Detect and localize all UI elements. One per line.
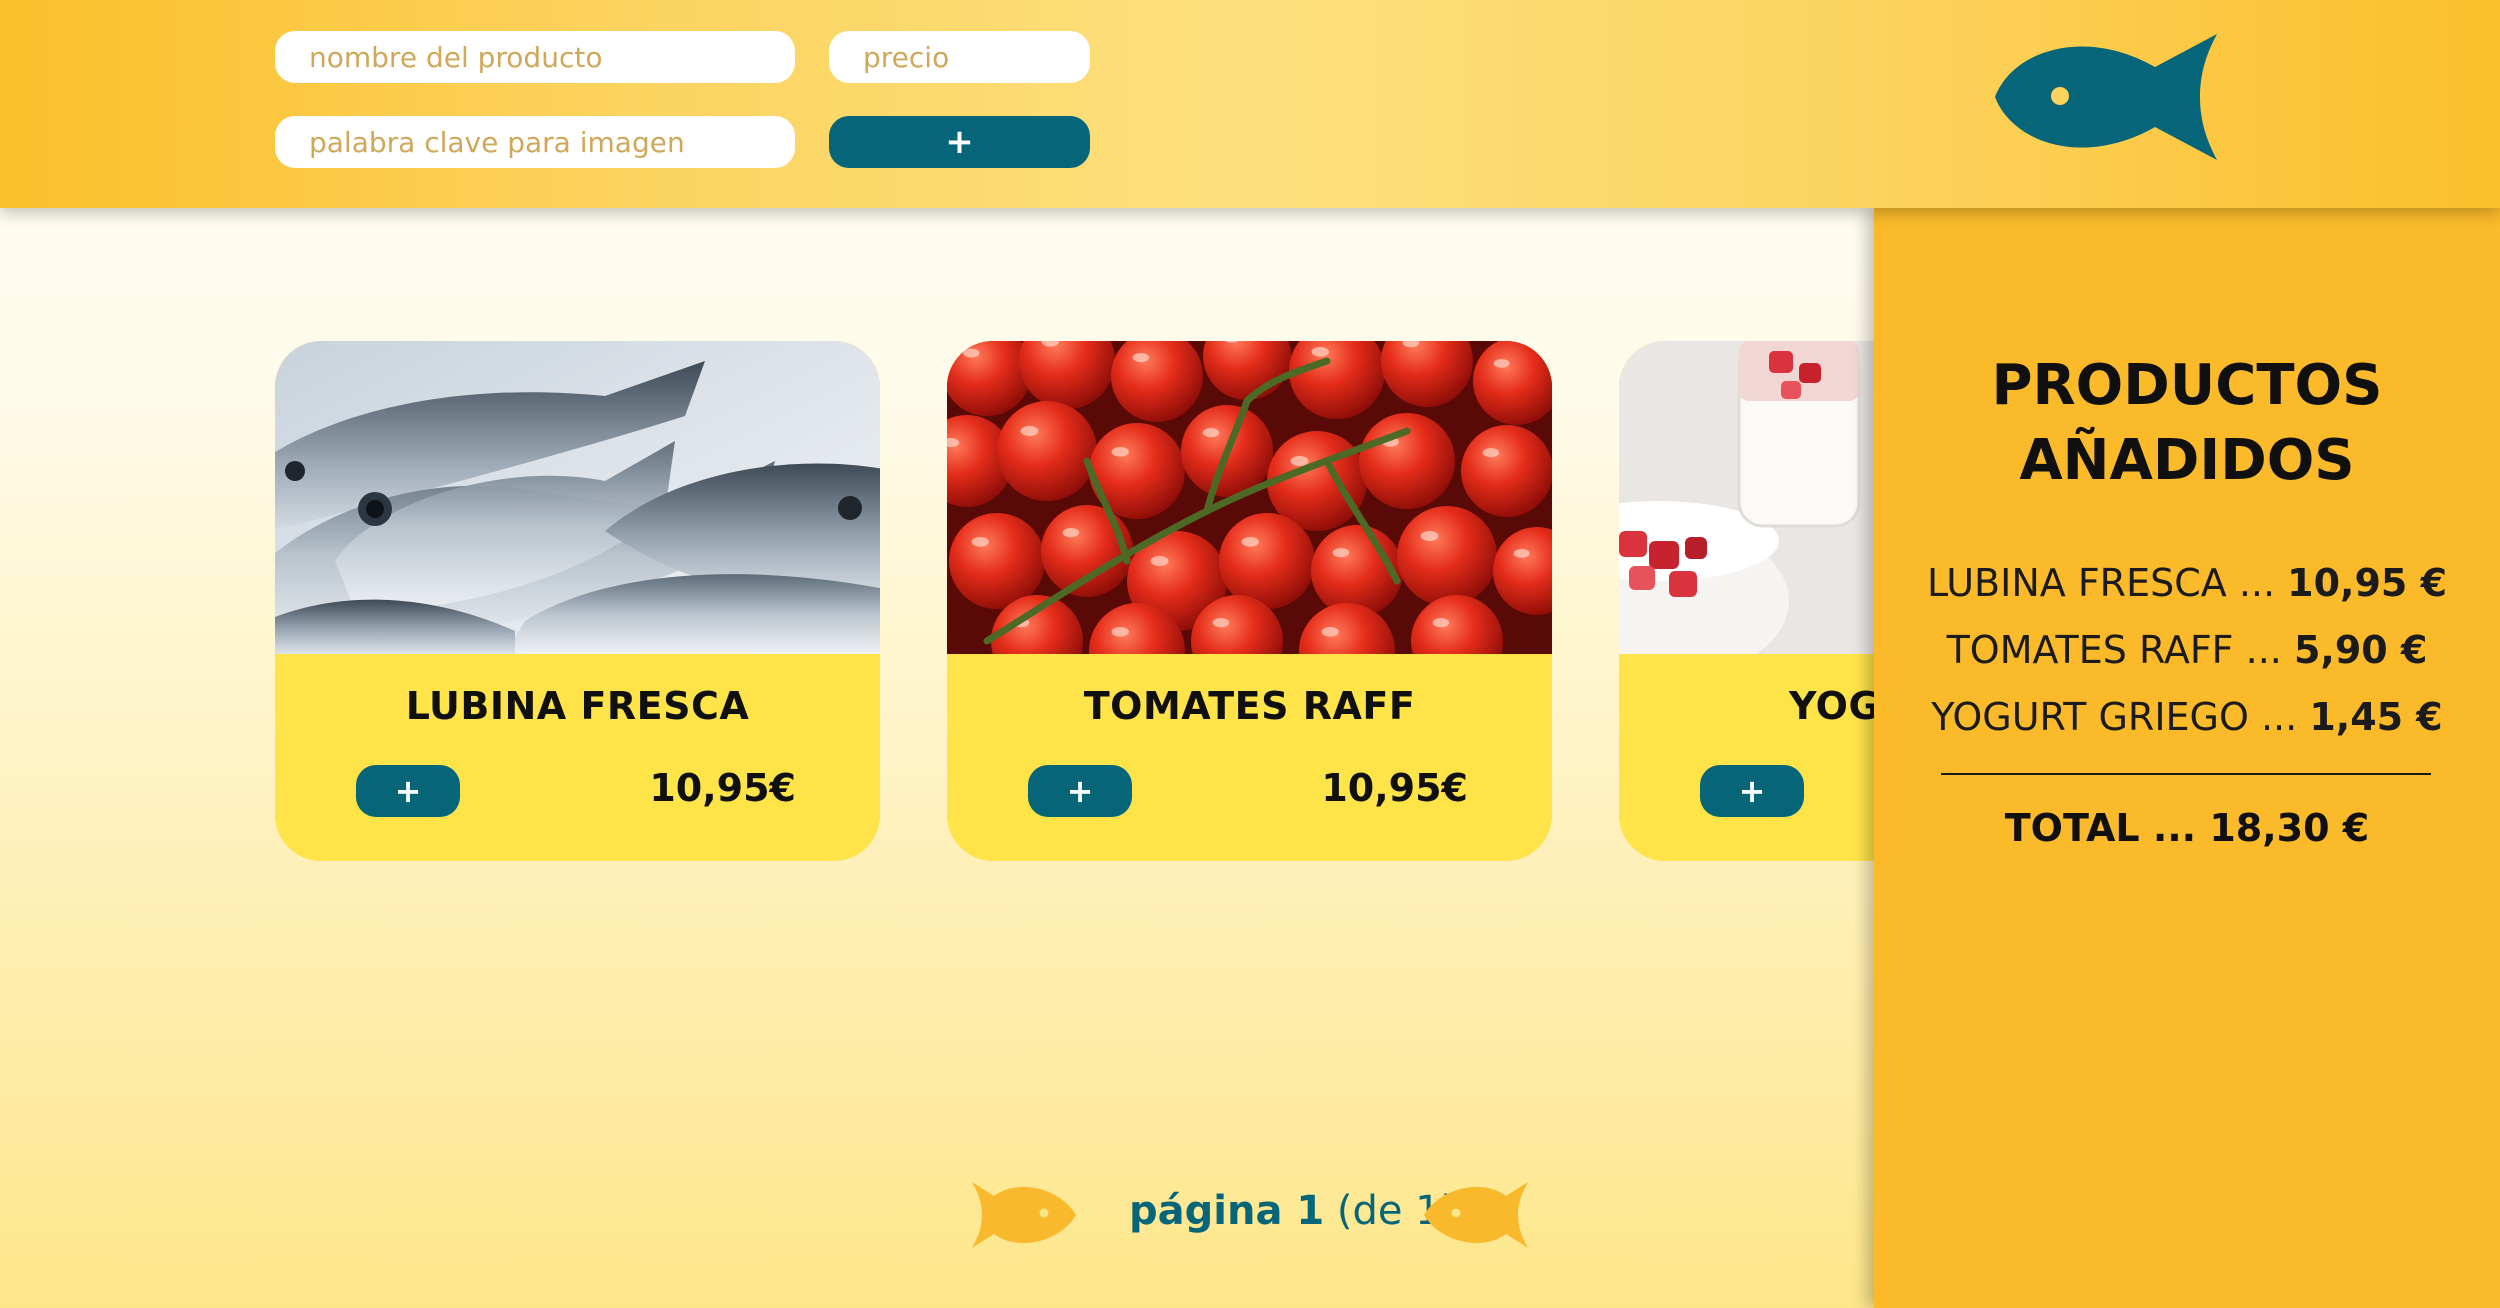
product-title: TOMATES RAFF bbox=[1083, 684, 1416, 728]
tomatoes-photo bbox=[947, 341, 1552, 654]
fish-prev-icon[interactable] bbox=[972, 1180, 1076, 1250]
cart-item: LUBINA FRESCA ... 10,95 € bbox=[1926, 561, 2448, 605]
product-title: YOGU bbox=[1789, 684, 1912, 728]
cart-total: TOTAL ... 18,30 € bbox=[2004, 806, 2370, 850]
cart-panel: PRODUCTOS AÑADIDOS LUBINA FRESCA ... 10,… bbox=[1874, 208, 2500, 1308]
add-to-cart-button[interactable]: + bbox=[356, 765, 460, 817]
cart-items-list: LUBINA FRESCA ... 10,95 € TOMATES RAFF .… bbox=[1874, 550, 2500, 751]
product-name-input[interactable] bbox=[275, 31, 795, 83]
product-price: 10,95€ bbox=[1321, 766, 1468, 810]
add-to-cart-button[interactable]: + bbox=[1700, 765, 1804, 817]
product-card: TOMATES RAFF + 10,95€ bbox=[947, 341, 1552, 861]
cart-item: TOMATES RAFF ... 5,90 € bbox=[1946, 628, 2428, 672]
product-price: 10,95€ bbox=[649, 766, 796, 810]
cart-title: PRODUCTOS AÑADIDOS bbox=[1874, 348, 2500, 498]
page-indicator: página 1 (de 1) bbox=[1129, 1188, 1457, 1234]
fish-next-icon[interactable] bbox=[1424, 1180, 1528, 1250]
cart-title-line1: PRODUCTOS bbox=[1991, 353, 2383, 418]
cart-divider bbox=[1941, 773, 2431, 775]
add-product-button[interactable]: + bbox=[829, 116, 1090, 168]
image-keyword-input[interactable] bbox=[275, 116, 795, 168]
fish-photo bbox=[275, 341, 880, 654]
product-card: LUBINA FRESCA + 10,95€ bbox=[275, 341, 880, 861]
price-input[interactable] bbox=[829, 31, 1090, 83]
add-to-cart-button[interactable]: + bbox=[1028, 765, 1132, 817]
product-title: LUBINA FRESCA bbox=[405, 684, 750, 728]
cart-item: YOGURT GRIEGO ... 1,45 € bbox=[1931, 695, 2443, 739]
fish-logo-icon bbox=[1995, 34, 2217, 160]
cart-title-line2: AÑADIDOS bbox=[2019, 428, 2355, 493]
header-bar: + bbox=[0, 0, 2500, 208]
